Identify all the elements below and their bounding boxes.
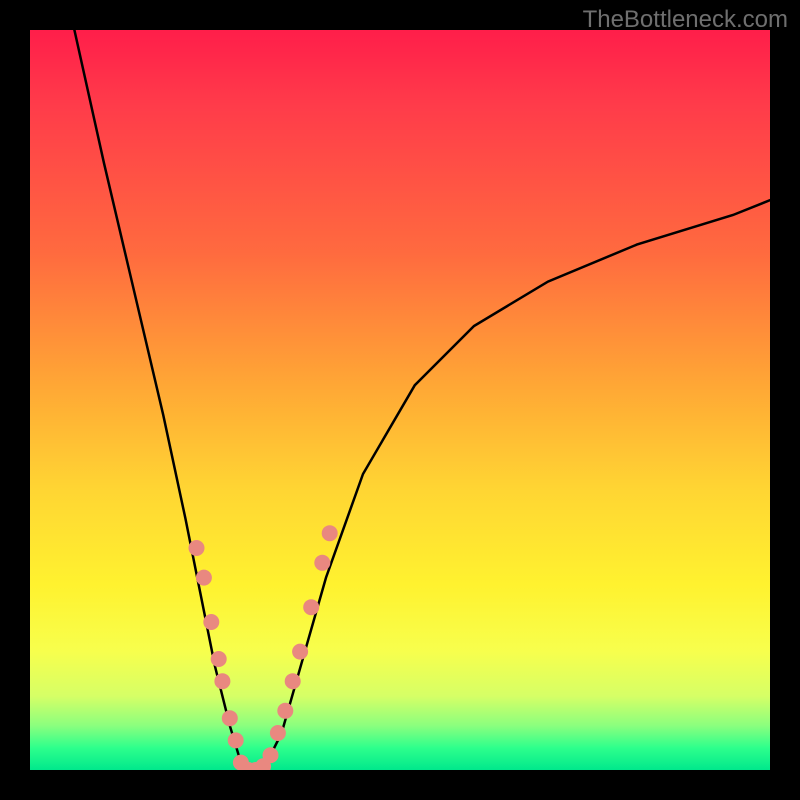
marker-dot <box>314 555 330 571</box>
marker-dot <box>196 570 212 586</box>
watermark-text: TheBottleneck.com <box>583 6 788 34</box>
marker-dot <box>270 725 286 741</box>
marker-dot <box>211 651 227 667</box>
marker-dot <box>277 703 293 719</box>
marker-dot <box>203 614 219 630</box>
marker-dot <box>263 747 279 763</box>
marker-dot <box>292 644 308 660</box>
chart-frame: TheBottleneck.com <box>0 0 800 800</box>
marker-dot <box>189 540 205 556</box>
chart-svg <box>30 30 770 770</box>
marker-dot <box>228 732 244 748</box>
marker-dot <box>303 599 319 615</box>
marker-dot <box>214 673 230 689</box>
plot-area <box>30 30 770 770</box>
marker-dot <box>222 710 238 726</box>
bottleneck-curve <box>74 30 770 770</box>
marker-dot <box>285 673 301 689</box>
marker-dot <box>322 525 338 541</box>
